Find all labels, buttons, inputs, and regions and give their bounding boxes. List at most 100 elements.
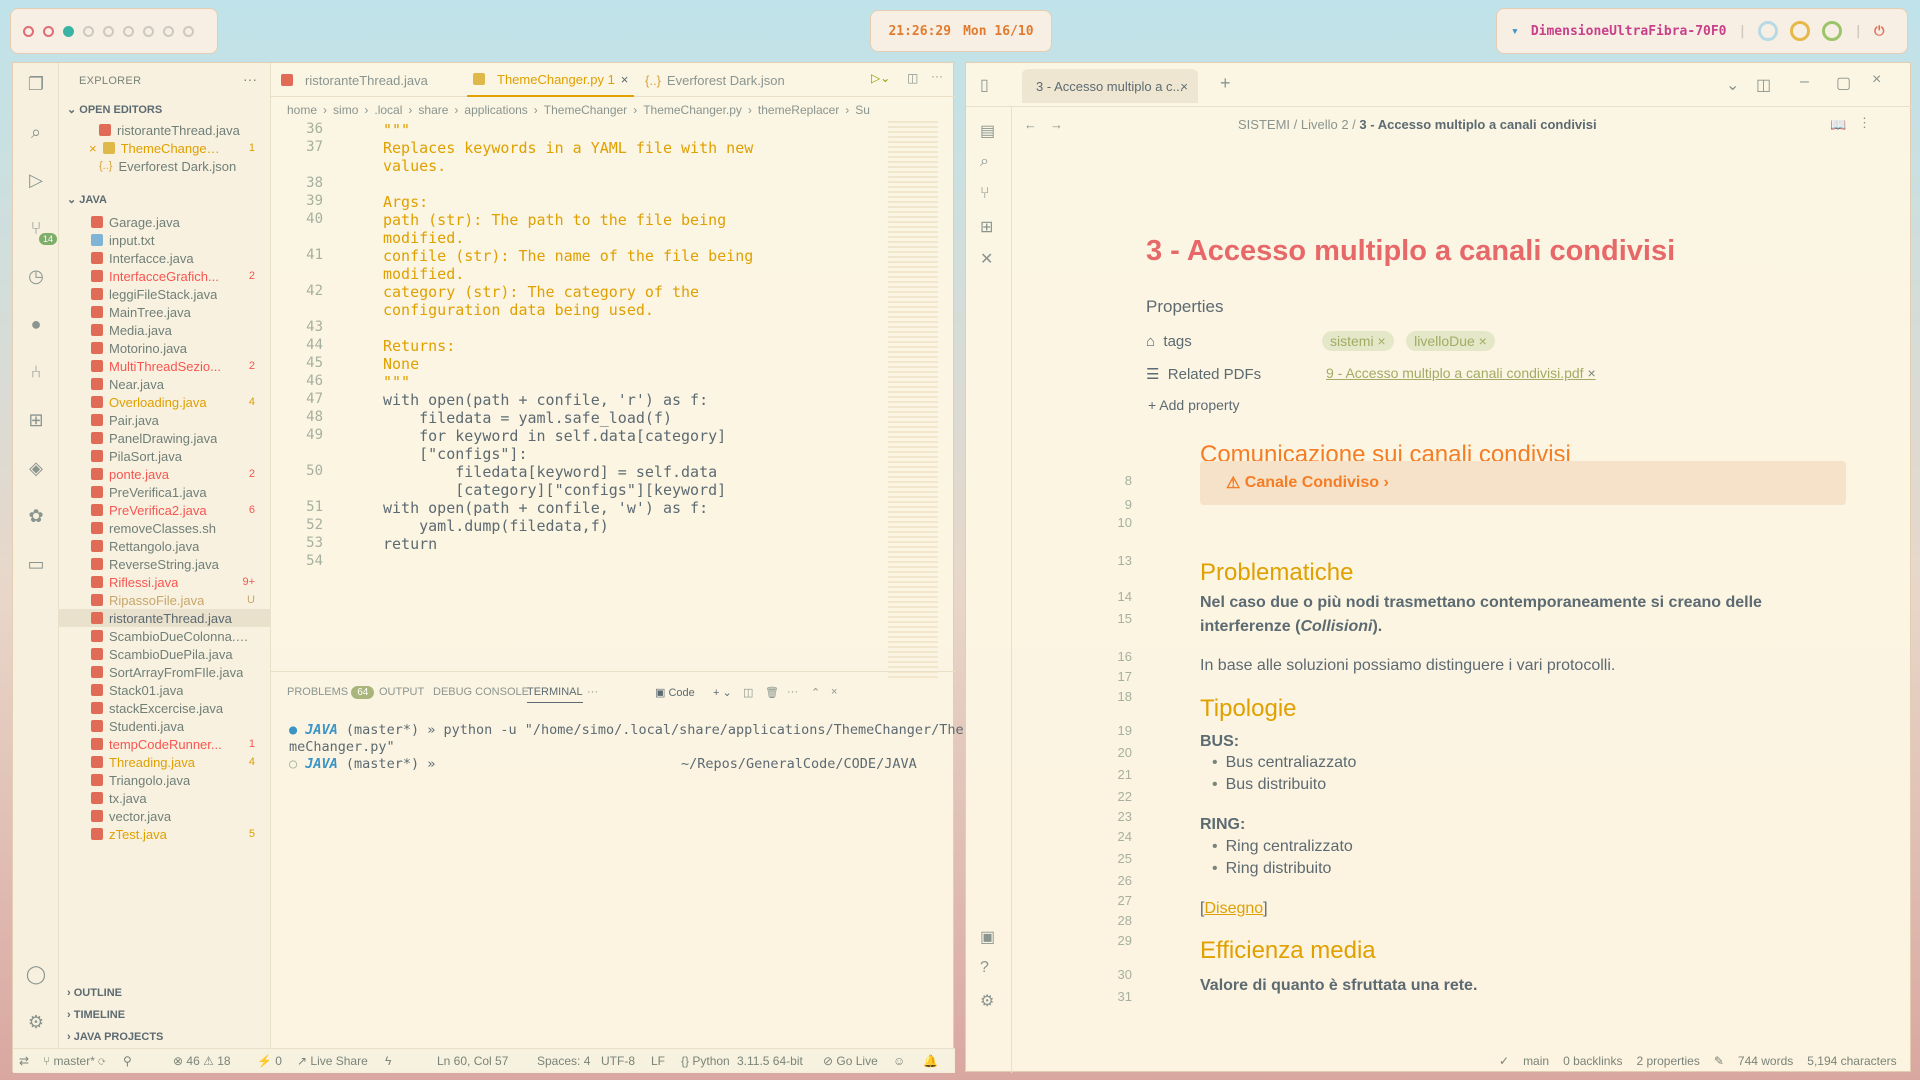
more-icon[interactable]: ··· (243, 71, 257, 87)
tab-theme-changer[interactable]: ThemeChanger.py 1 × (467, 63, 635, 97)
python-version[interactable]: 3.11.5 64-bit (737, 1054, 803, 1068)
file-tree-item[interactable]: ponte.java 2 (59, 465, 271, 483)
code-line[interactable]: path (str): The path to the file being (383, 211, 726, 229)
note-tab[interactable]: 3 - Accesso multiplo a c... × (1022, 69, 1198, 103)
file-explorer-icon[interactable]: ▤ (980, 121, 995, 141)
split-terminal-icon[interactable]: ◫ (743, 686, 753, 699)
file-tree-item[interactable]: PreVerifica2.java 6 (59, 501, 271, 519)
ring-label[interactable]: RING: (1200, 816, 1245, 834)
close-window-icon[interactable]: × (1872, 71, 1881, 89)
file-tree-item[interactable]: SortArrayFromFIle.java (59, 663, 271, 681)
tab-ristorante-thread[interactable]: ristoranteThread.java (281, 63, 428, 97)
chevron-down-icon[interactable]: ⌄ (1726, 75, 1739, 95)
outline-section[interactable]: › OUTLINE (67, 987, 122, 999)
file-tree-item[interactable]: InterfacceGrafich... 2 (59, 267, 271, 285)
open-editor-item[interactable]: ristoranteThread.java (59, 121, 271, 139)
sync-check-icon[interactable]: ✓ (1499, 1054, 1509, 1068)
edit-icon[interactable]: ✎ (1714, 1054, 1724, 1068)
minimize-icon[interactable]: – (1800, 73, 1809, 91)
file-tree-item[interactable]: RipassoFile.java U (59, 591, 271, 609)
accounts-icon[interactable]: ⚲ (123, 1054, 132, 1068)
code-line[interactable]: modified. (383, 229, 464, 247)
properties-count[interactable]: 2 properties (1636, 1054, 1699, 1068)
go-live-button[interactable]: ⊘ Go Live (823, 1054, 878, 1068)
close-icon[interactable]: × (621, 72, 629, 87)
workspace-dot[interactable] (103, 25, 114, 37)
paragraph[interactable]: In base alle soluzioni possiamo distingu… (1200, 657, 1615, 675)
reading-mode-icon[interactable]: 📖 (1830, 117, 1846, 133)
sidebar-toggle-icon[interactable]: ▯ (980, 75, 989, 95)
add-property-button[interactable]: + Add property (1148, 397, 1239, 413)
account-icon[interactable]: ◯ (25, 963, 47, 985)
ports-status[interactable]: ⚡ 0 (257, 1054, 282, 1068)
network-name[interactable]: DimensioneUltraFibra-70F0 (1531, 24, 1727, 39)
file-tree-item[interactable]: Overloading.java 4 (59, 393, 271, 411)
file-tree-item[interactable]: ScambioDueColonna.j... (59, 627, 271, 645)
file-tree-item[interactable]: MainTree.java (59, 303, 271, 321)
file-tree-item[interactable]: Motorino.java (59, 339, 271, 357)
kubernetes-icon[interactable]: ✿ (25, 505, 47, 527)
file-tree-item[interactable]: stackExcercise.java (59, 699, 271, 717)
git-branch[interactable]: main (1523, 1054, 1549, 1068)
file-tree-item[interactable]: Riflessi.java 9+ (59, 573, 271, 591)
code-line[interactable]: ["configs"]: (383, 445, 527, 463)
tab-output[interactable]: OUTPUT (379, 686, 424, 698)
close-icon[interactable]: × (1180, 79, 1188, 94)
open-editor-item[interactable]: × ThemeChanger.py 1 (59, 139, 271, 157)
more-icon[interactable]: ··· (931, 69, 943, 83)
search-icon[interactable]: ⌕ (980, 153, 989, 171)
language-mode[interactable]: {} Python (681, 1054, 730, 1068)
file-tree-item[interactable]: PilaSort.java (59, 447, 271, 465)
tools-icon[interactable]: ✕ (980, 249, 993, 269)
heading-tipologie[interactable]: Tipologie (1200, 695, 1297, 723)
workspace-dot[interactable] (83, 25, 94, 37)
branch-status[interactable]: ⑂ master* ⟳ (43, 1054, 105, 1068)
file-tree-item[interactable]: zTest.java 5 (59, 825, 271, 843)
code-line[interactable]: for keyword in self.data[category] (383, 427, 726, 445)
breadcrumb-item[interactable]: SISTEMI (1238, 117, 1290, 132)
code-line[interactable]: configuration data being used. (383, 301, 654, 319)
code-line[interactable]: Args: (383, 193, 428, 211)
canvas-icon[interactable]: ⊞ (980, 217, 993, 237)
gear-icon[interactable]: ⚙ (980, 991, 994, 1011)
file-tree-item[interactable]: tempCodeRunner... 1 (59, 735, 271, 753)
timeline-section[interactable]: › TIMELINE (67, 1009, 125, 1021)
file-tree-item[interactable]: Stack01.java (59, 681, 271, 699)
breadcrumb-item[interactable]: themeReplacer (758, 103, 839, 117)
code-line[interactable]: """ (383, 373, 410, 391)
heading-problematiche[interactable]: Problematiche (1200, 559, 1353, 587)
bolt-icon[interactable]: ϟ (385, 1054, 391, 1068)
file-tree-item[interactable]: ReverseString.java (59, 555, 271, 573)
open-editor-item[interactable]: {..} Everforest Dark.json (59, 157, 271, 175)
extensions-icon[interactable]: ⊞ (25, 409, 47, 431)
split-editor-icon[interactable]: ◫ (907, 71, 918, 85)
bus-label[interactable]: BUS: (1200, 733, 1239, 751)
indentation[interactable]: Spaces: 4 (537, 1054, 590, 1068)
breadcrumb-item[interactable]: simo (333, 103, 358, 117)
file-tree-item[interactable]: tx.java (59, 789, 271, 807)
more-icon[interactable]: ··· (587, 686, 598, 698)
workspace-dot[interactable] (43, 25, 54, 37)
file-tree-item[interactable]: Triangolo.java (59, 771, 271, 789)
file-tree-item[interactable]: ScambioDuePila.java (59, 645, 271, 663)
tab-debug-console[interactable]: DEBUG CONSOLE (433, 686, 529, 698)
code-line[interactable]: return (383, 535, 437, 553)
terminal-profile[interactable]: ▣ Code (655, 686, 695, 699)
tag-chip[interactable]: livelloDue × (1406, 331, 1495, 351)
workspace-dot[interactable] (183, 25, 194, 37)
close-icon[interactable]: × (831, 686, 837, 698)
eol[interactable]: LF (651, 1054, 665, 1068)
breadcrumb-item[interactable]: Su (855, 103, 870, 117)
github-icon[interactable]: ● (25, 313, 47, 335)
java-projects-section[interactable]: › JAVA PROJECTS (67, 1031, 163, 1043)
code-line[interactable]: Returns: (383, 337, 455, 355)
paragraph[interactable]: Nel caso due o più nodi trasmettano cont… (1200, 594, 1762, 612)
file-tree-item[interactable]: Near.java (59, 375, 271, 393)
git-graph-icon[interactable]: ⑃ (25, 361, 47, 383)
heading-efficienza[interactable]: Efficienza media (1200, 937, 1376, 965)
run-icon[interactable]: ▷⌄ (871, 71, 890, 85)
python-icon[interactable]: ◈ (25, 457, 47, 479)
code-line[interactable]: category (str): The category of the (383, 283, 699, 301)
disegno-link[interactable]: [Disegno] (1200, 900, 1268, 918)
list-item[interactable]: Ring centralizzato (1212, 838, 1353, 856)
